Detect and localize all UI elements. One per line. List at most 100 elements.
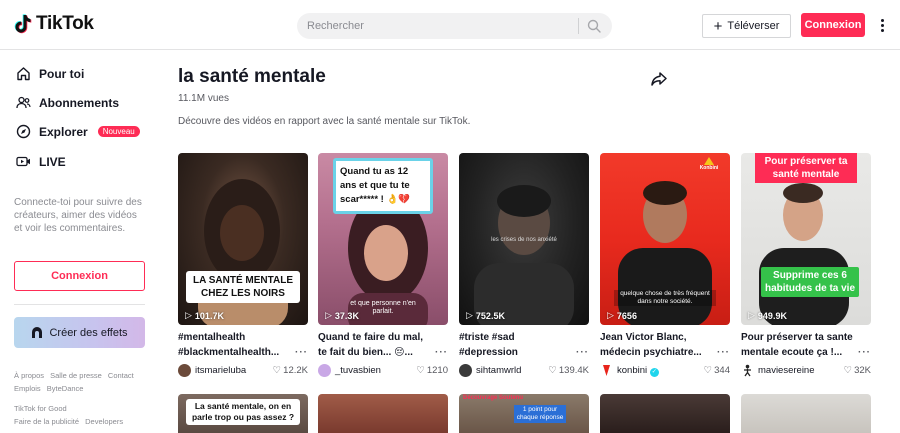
play-count: ▷ 101.7K: [185, 310, 224, 321]
footer-link[interactable]: Salle de presse: [50, 371, 102, 380]
nav-item-explore[interactable]: Explorer Nouveau: [16, 124, 140, 139]
footer-link[interactable]: ByteDance: [47, 384, 84, 393]
video-thumbnail[interactable]: [600, 394, 730, 433]
video-thumbnail[interactable]: Découvrage Soutenu 1 point pour chaque r…: [459, 394, 589, 433]
video-thumbnail[interactable]: La santé mentale, on en parle trop ou pa…: [178, 394, 308, 433]
video-caption[interactable]: Jean Victor Blanc, médecin psychiatre...…: [600, 330, 730, 360]
footer-links: À propos Salle de presse Contact Emplois…: [14, 369, 154, 428]
video-caption[interactable]: Quand te faire du mal, te fait du bien..…: [318, 330, 448, 360]
share-button[interactable]: [650, 70, 670, 90]
avatar[interactable]: [318, 364, 331, 377]
author-name[interactable]: sihtamwrld: [476, 365, 521, 376]
like-count: ♡ 344: [704, 365, 730, 376]
video-thumbnail[interactable]: LA SANTÉ MENTALE CHEZ LES NOIRS ▷ 101.7K: [178, 153, 308, 325]
footer-link[interactable]: Developers: [85, 417, 123, 426]
share-icon: [651, 72, 667, 86]
play-count-value: 101.7K: [194, 310, 224, 321]
more-icon[interactable]: ···: [295, 345, 308, 360]
play-count-value: 949.9K: [757, 310, 787, 321]
new-badge: Nouveau: [97, 126, 140, 137]
play-count-value: 37.3K: [334, 310, 359, 321]
search-bar: [297, 13, 612, 39]
avatar[interactable]: [459, 364, 472, 377]
search-divider: [578, 18, 579, 34]
konbini-avatar[interactable]: [600, 364, 613, 377]
nav-item-for-you[interactable]: Pour toi: [16, 66, 84, 81]
video-meta: sihtamwrld ♡ 139.4K: [459, 364, 589, 378]
brand-label: Konbini: [699, 165, 719, 171]
tiktok-logo-icon: [14, 14, 32, 34]
heart-icon: ♡: [703, 365, 713, 376]
caption-line: Pour préserver ta sante: [741, 332, 853, 343]
more-icon[interactable]: ···: [576, 345, 589, 360]
avatar[interactable]: [178, 364, 191, 377]
plus-icon: +: [713, 17, 723, 35]
author-name[interactable]: itsmarieluba: [195, 365, 246, 376]
video-thumbnail[interactable]: [741, 394, 871, 433]
nav-label: LIVE: [39, 154, 66, 169]
footer-link[interactable]: Emplois: [14, 384, 41, 393]
upload-button[interactable]: + Téléverser: [702, 14, 791, 38]
more-icon[interactable]: ···: [858, 345, 871, 360]
footer-link[interactable]: À propos: [14, 371, 44, 380]
nav-item-live[interactable]: LIVE: [16, 154, 66, 169]
play-count: ▷ 752.5K: [466, 310, 505, 321]
footer-link[interactable]: Faire de la publicité: [14, 417, 79, 426]
search-button[interactable]: [582, 15, 606, 37]
video-meta: _tuvasbien ♡ 1210: [318, 364, 448, 378]
play-count: ▷ 37.3K: [325, 310, 359, 321]
like-count: ♡ 32K: [844, 365, 871, 376]
author-name[interactable]: _tuvasbien: [335, 365, 381, 376]
users-icon: [16, 95, 31, 110]
author-name[interactable]: konbini ✓: [617, 365, 659, 377]
more-options-icon[interactable]: [876, 15, 888, 35]
footer-link[interactable]: TikTok for Good: [14, 404, 67, 413]
header-login-button[interactable]: Connexion: [801, 13, 865, 37]
like-count-value: 32K: [854, 365, 871, 376]
video-overlay-text: LA SANTÉ MENTALE CHEZ LES NOIRS: [186, 271, 300, 303]
video-caption[interactable]: Pour préserver ta sante mentale ecoute ç…: [741, 330, 871, 360]
nav-label: Abonnements: [39, 95, 120, 110]
play-icon: ▷: [748, 310, 755, 320]
footer-link[interactable]: Contact: [108, 371, 134, 380]
video-caption[interactable]: #triste #sad #depression ···: [459, 330, 589, 360]
video-thumbnail[interactable]: Quand tu as 12 ans et que tu te scar****…: [318, 153, 448, 325]
video-thumbnail[interactable]: Pour préserver ta santé mentale Supprime…: [741, 153, 871, 325]
caption-line: #mentalhealth: [178, 332, 246, 343]
search-icon: [587, 19, 601, 33]
author-name-text: konbini: [617, 365, 648, 376]
like-count: ♡ 1210: [416, 365, 448, 376]
like-count-value: 12.2K: [283, 365, 308, 376]
heart-icon: ♡: [272, 365, 282, 376]
like-count: ♡ 12.2K: [273, 365, 308, 376]
video-caption[interactable]: #mentalhealth #blackmentalhealth... ···: [178, 330, 308, 360]
view-count: 11.1M vues: [178, 93, 229, 104]
tiktok-logo[interactable]: TikTok: [14, 13, 94, 35]
video-overlay-text: La santé mentale, on en parle trop ou pa…: [186, 399, 300, 425]
home-icon: [16, 66, 31, 81]
like-count-value: 344: [714, 365, 730, 376]
konbini-mark-icon: [603, 365, 610, 376]
more-icon[interactable]: ···: [435, 345, 448, 360]
upload-label: Téléverser: [727, 20, 780, 32]
video-thumbnail[interactable]: [318, 394, 448, 433]
nav-item-following[interactable]: Abonnements: [16, 95, 119, 110]
sidebar-login-button[interactable]: Connexion: [14, 261, 145, 291]
caption-line: Quand te faire du mal,: [318, 332, 424, 343]
more-icon[interactable]: ···: [717, 345, 730, 360]
video-overlay-green: Supprime ces 6 habitudes de ta vie: [761, 267, 859, 297]
heart-icon: ♡: [416, 365, 425, 376]
play-count: ▷ 949.9K: [748, 310, 787, 321]
video-meta: maviesereine ♡ 32K: [741, 364, 871, 378]
create-effects-button[interactable]: Créer des effets: [14, 317, 145, 348]
play-icon: ▷: [325, 310, 332, 320]
avatar[interactable]: [741, 364, 754, 377]
caption-line: #blackmentalhealth...: [178, 347, 280, 358]
search-input[interactable]: [307, 13, 567, 39]
page-description: Découvre des vidéos en rapport avec la s…: [178, 116, 471, 127]
compass-icon: [16, 124, 31, 139]
video-thumbnail[interactable]: Konbini quelque chose de très fréquent d…: [600, 153, 730, 325]
author-name[interactable]: maviesereine: [758, 365, 815, 376]
video-thumbnail[interactable]: les crises de nos anxiété ▷ 752.5K: [459, 153, 589, 325]
video-subtitle: les crises de nos anxiété: [491, 237, 557, 243]
